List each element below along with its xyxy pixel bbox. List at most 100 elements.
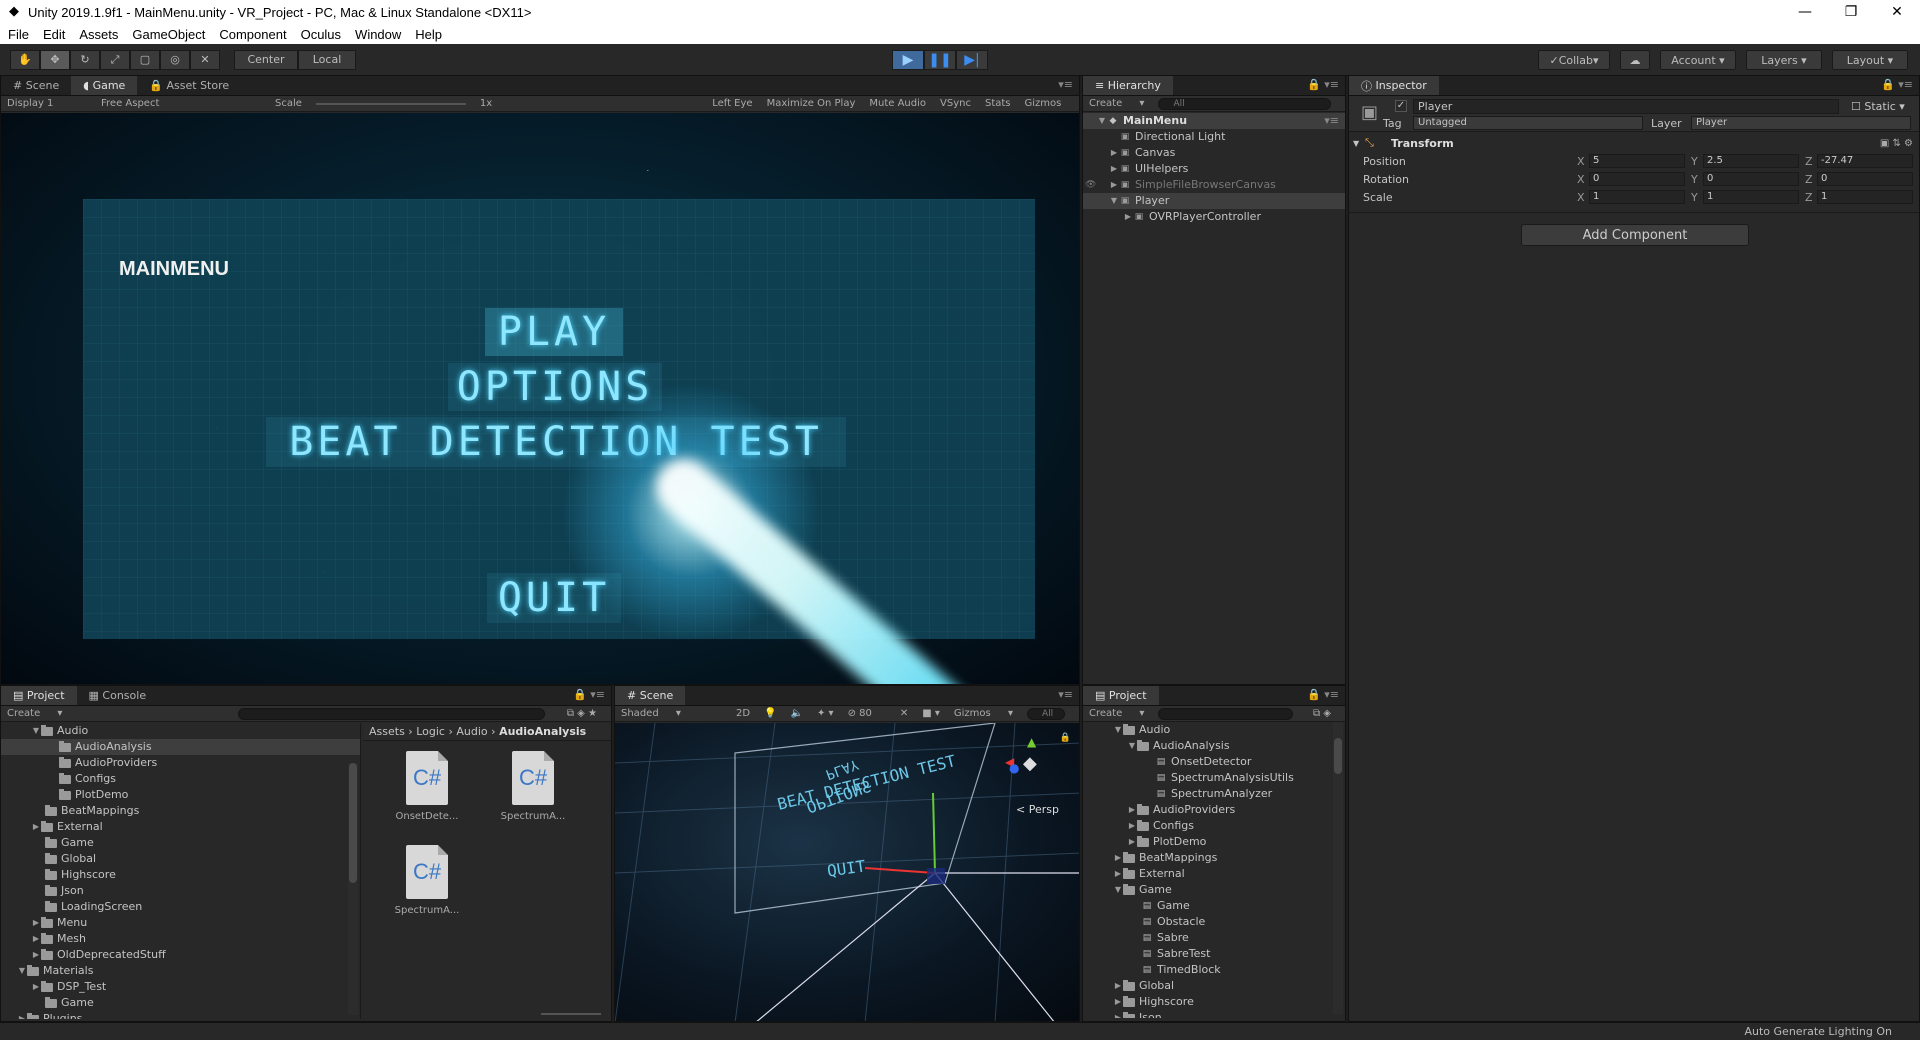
cloud-icon[interactable]: ☁ bbox=[1620, 50, 1650, 70]
expand-arrow-icon[interactable]: ▼ bbox=[17, 963, 27, 979]
minimize-icon[interactable]: — bbox=[1782, 0, 1828, 24]
folder-row[interactable]: ▼ AudioAnalysis bbox=[1083, 738, 1345, 754]
expand-arrow-icon[interactable]: ▶ bbox=[31, 819, 41, 835]
layers-dropdown[interactable]: Layers ▾ bbox=[1746, 50, 1822, 70]
tree-scrollbar[interactable] bbox=[348, 763, 358, 1015]
toggle-2d[interactable]: 2D bbox=[736, 708, 750, 719]
folder-row[interactable]: Configs bbox=[1, 771, 360, 787]
menu-component[interactable]: Component bbox=[219, 27, 286, 42]
folder-row[interactable]: Json bbox=[1, 883, 360, 899]
shading-dropdown[interactable]: Shaded ▾ bbox=[621, 708, 722, 719]
scene-viewport[interactable]: PLAY OPTIONS BEAT DETECTION TEST QUIT ▲ … bbox=[615, 723, 1079, 1021]
add-component-button[interactable]: Add Component bbox=[1521, 224, 1749, 246]
tab-project[interactable]: ▤ Project bbox=[1, 686, 77, 705]
custom-tool-icon[interactable]: ✕ bbox=[190, 49, 220, 70]
script-row[interactable]: ▤ SpectrumAnalysisUtils bbox=[1083, 770, 1345, 786]
lighting-icon[interactable]: 💡 bbox=[764, 708, 776, 719]
panel-menu-icon[interactable]: 🔒 ▾≡ bbox=[1307, 688, 1339, 701]
folder-row[interactable]: ▶ Plugins bbox=[1, 1011, 360, 1019]
position-x-field[interactable]: X5 bbox=[1577, 154, 1685, 168]
folder-row[interactable]: Highscore bbox=[1, 867, 360, 883]
layer-dropdown[interactable]: Player bbox=[1691, 116, 1911, 130]
expand-arrow-icon[interactable]: ▶ bbox=[1113, 994, 1123, 1010]
position-x[interactable]: 5 bbox=[1589, 154, 1685, 168]
project-right-search-input[interactable] bbox=[1158, 707, 1293, 720]
folder-row[interactable]: ▼ Audio bbox=[1083, 722, 1345, 738]
script-row[interactable]: ▤ SpectrumAnalyzer bbox=[1083, 786, 1345, 802]
expand-arrow-icon[interactable]: ▶ bbox=[1109, 145, 1119, 161]
hierarchy-create-button[interactable]: Create ▾ bbox=[1089, 98, 1144, 109]
folder-row[interactable]: ▶ PlotDemo bbox=[1083, 834, 1345, 850]
folder-row[interactable]: Game bbox=[1, 835, 360, 851]
scale-x[interactable]: 1 bbox=[1589, 190, 1685, 204]
active-checkbox[interactable]: ✓ bbox=[1395, 100, 1407, 112]
hierarchy-item[interactable]: ▶ ▣ Canvas bbox=[1083, 145, 1345, 161]
rotation-z[interactable]: 0 bbox=[1817, 172, 1913, 186]
rotate-tool-icon[interactable]: ↻ bbox=[70, 49, 100, 70]
expand-arrow-icon[interactable]: ▼ bbox=[1109, 193, 1119, 209]
expand-arrow-icon[interactable]: ▶ bbox=[1109, 161, 1119, 177]
gizmo-center-icon[interactable]: ◆ bbox=[1023, 753, 1037, 774]
effects-icon[interactable]: ✦ ▾ bbox=[817, 708, 834, 719]
scale-slider[interactable] bbox=[315, 102, 466, 105]
panel-menu-icon[interactable]: ▾≡ bbox=[1058, 78, 1073, 91]
folder-row[interactable]: ▼ Audio bbox=[1, 723, 360, 739]
project-right-create-button[interactable]: Create ▾ bbox=[1089, 708, 1144, 719]
folder-row[interactable]: ▶ OldDeprecatedStuff bbox=[1, 947, 360, 963]
expand-arrow-icon[interactable]: ▶ bbox=[1113, 866, 1123, 882]
pivot-local-button[interactable]: Local bbox=[298, 49, 356, 70]
expand-arrow-icon[interactable]: ▶ bbox=[1123, 209, 1133, 225]
menu-window[interactable]: Window bbox=[355, 27, 401, 42]
hierarchy-item[interactable]: ▣ Directional Light bbox=[1083, 129, 1345, 145]
tab-hierarchy[interactable]: ≡ Hierarchy bbox=[1083, 76, 1173, 95]
scroll-thumb[interactable] bbox=[349, 763, 357, 883]
gizmos-dropdown[interactable]: Gizmos bbox=[1025, 98, 1062, 109]
restore-icon[interactable]: ❐ bbox=[1828, 0, 1874, 24]
script-row[interactable]: ▤ SabreTest bbox=[1083, 946, 1345, 962]
tab-asset-store[interactable]: 🔒 Asset Store bbox=[137, 76, 241, 95]
breadcrumb-item[interactable]: Audio bbox=[456, 725, 487, 738]
folder-row[interactable]: ▶ Menu bbox=[1, 915, 360, 931]
folder-row[interactable]: ▶ DSP_Test bbox=[1, 979, 360, 995]
scale-y[interactable]: 1 bbox=[1703, 190, 1799, 204]
scale-y-field[interactable]: Y1 bbox=[1691, 190, 1799, 204]
expand-arrow-icon[interactable]: ▼ bbox=[1127, 738, 1137, 754]
breadcrumb-item-current[interactable]: AudioAnalysis bbox=[499, 725, 586, 738]
step-icon[interactable]: ▶| bbox=[956, 50, 988, 70]
tools-icon[interactable]: ✕ bbox=[900, 708, 908, 719]
static-checkbox[interactable]: ☐ Static ▾ bbox=[1851, 100, 1905, 113]
position-y[interactable]: 2.5 bbox=[1703, 154, 1799, 168]
tab-scene[interactable]: # Scene bbox=[615, 686, 686, 705]
panel-menu-icon[interactable]: 🔒 ▾≡ bbox=[573, 688, 605, 701]
folder-row[interactable]: Global bbox=[1, 851, 360, 867]
display-dropdown[interactable]: Display 1 bbox=[7, 98, 87, 109]
rect-tool-icon[interactable]: ▢ bbox=[130, 49, 160, 70]
panel-menu-icon[interactable]: 🔒 ▾≡ bbox=[1881, 78, 1913, 91]
scroll-thumb[interactable] bbox=[1334, 738, 1342, 774]
menu-oculus[interactable]: Oculus bbox=[301, 27, 341, 42]
project-create-button[interactable]: Create ▾ bbox=[7, 708, 224, 719]
mute-audio-toggle[interactable]: Mute Audio bbox=[869, 98, 926, 109]
close-icon[interactable]: ✕ bbox=[1874, 0, 1920, 24]
folder-row[interactable]: BeatMappings bbox=[1, 803, 360, 819]
tab-project-right[interactable]: ▤ Project bbox=[1083, 686, 1159, 705]
expand-arrow-icon[interactable]: ▶ bbox=[1127, 834, 1137, 850]
stats-toggle[interactable]: Stats bbox=[985, 98, 1011, 109]
orientation-gizmo[interactable]: ▲ ◆ ◀ ● bbox=[1005, 735, 1061, 791]
tab-console[interactable]: ▦ Console bbox=[77, 686, 159, 705]
audio-icon[interactable]: 🔈 bbox=[791, 708, 803, 719]
folder-row[interactable]: AudioProviders bbox=[1, 755, 360, 771]
account-button[interactable]: Account ▾ bbox=[1660, 50, 1736, 70]
transform-header[interactable]: ▼ ⤡ Transform ▣ ⇅ ⚙ bbox=[1349, 134, 1919, 152]
hierarchy-search-input[interactable]: All bbox=[1158, 97, 1331, 110]
script-row[interactable]: ▤ OnsetDetector bbox=[1083, 754, 1345, 770]
folder-row[interactable]: ▶ Highscore bbox=[1083, 994, 1345, 1010]
menu-assets[interactable]: Assets bbox=[79, 27, 118, 42]
scene-row[interactable]: ▼ ◆ MainMenu ▾≡ bbox=[1083, 113, 1345, 129]
panel-menu-icon[interactable]: 🔒 ▾≡ bbox=[1307, 78, 1339, 91]
folder-row[interactable]: ▶ Mesh bbox=[1, 931, 360, 947]
expand-arrow-icon[interactable]: ▶ bbox=[1109, 177, 1119, 193]
foldout-arrow-icon[interactable]: ▼ bbox=[1353, 139, 1365, 148]
script-asset[interactable]: C# SpectrumA... bbox=[493, 751, 573, 822]
eye-dropdown[interactable]: Left Eye bbox=[712, 98, 752, 109]
